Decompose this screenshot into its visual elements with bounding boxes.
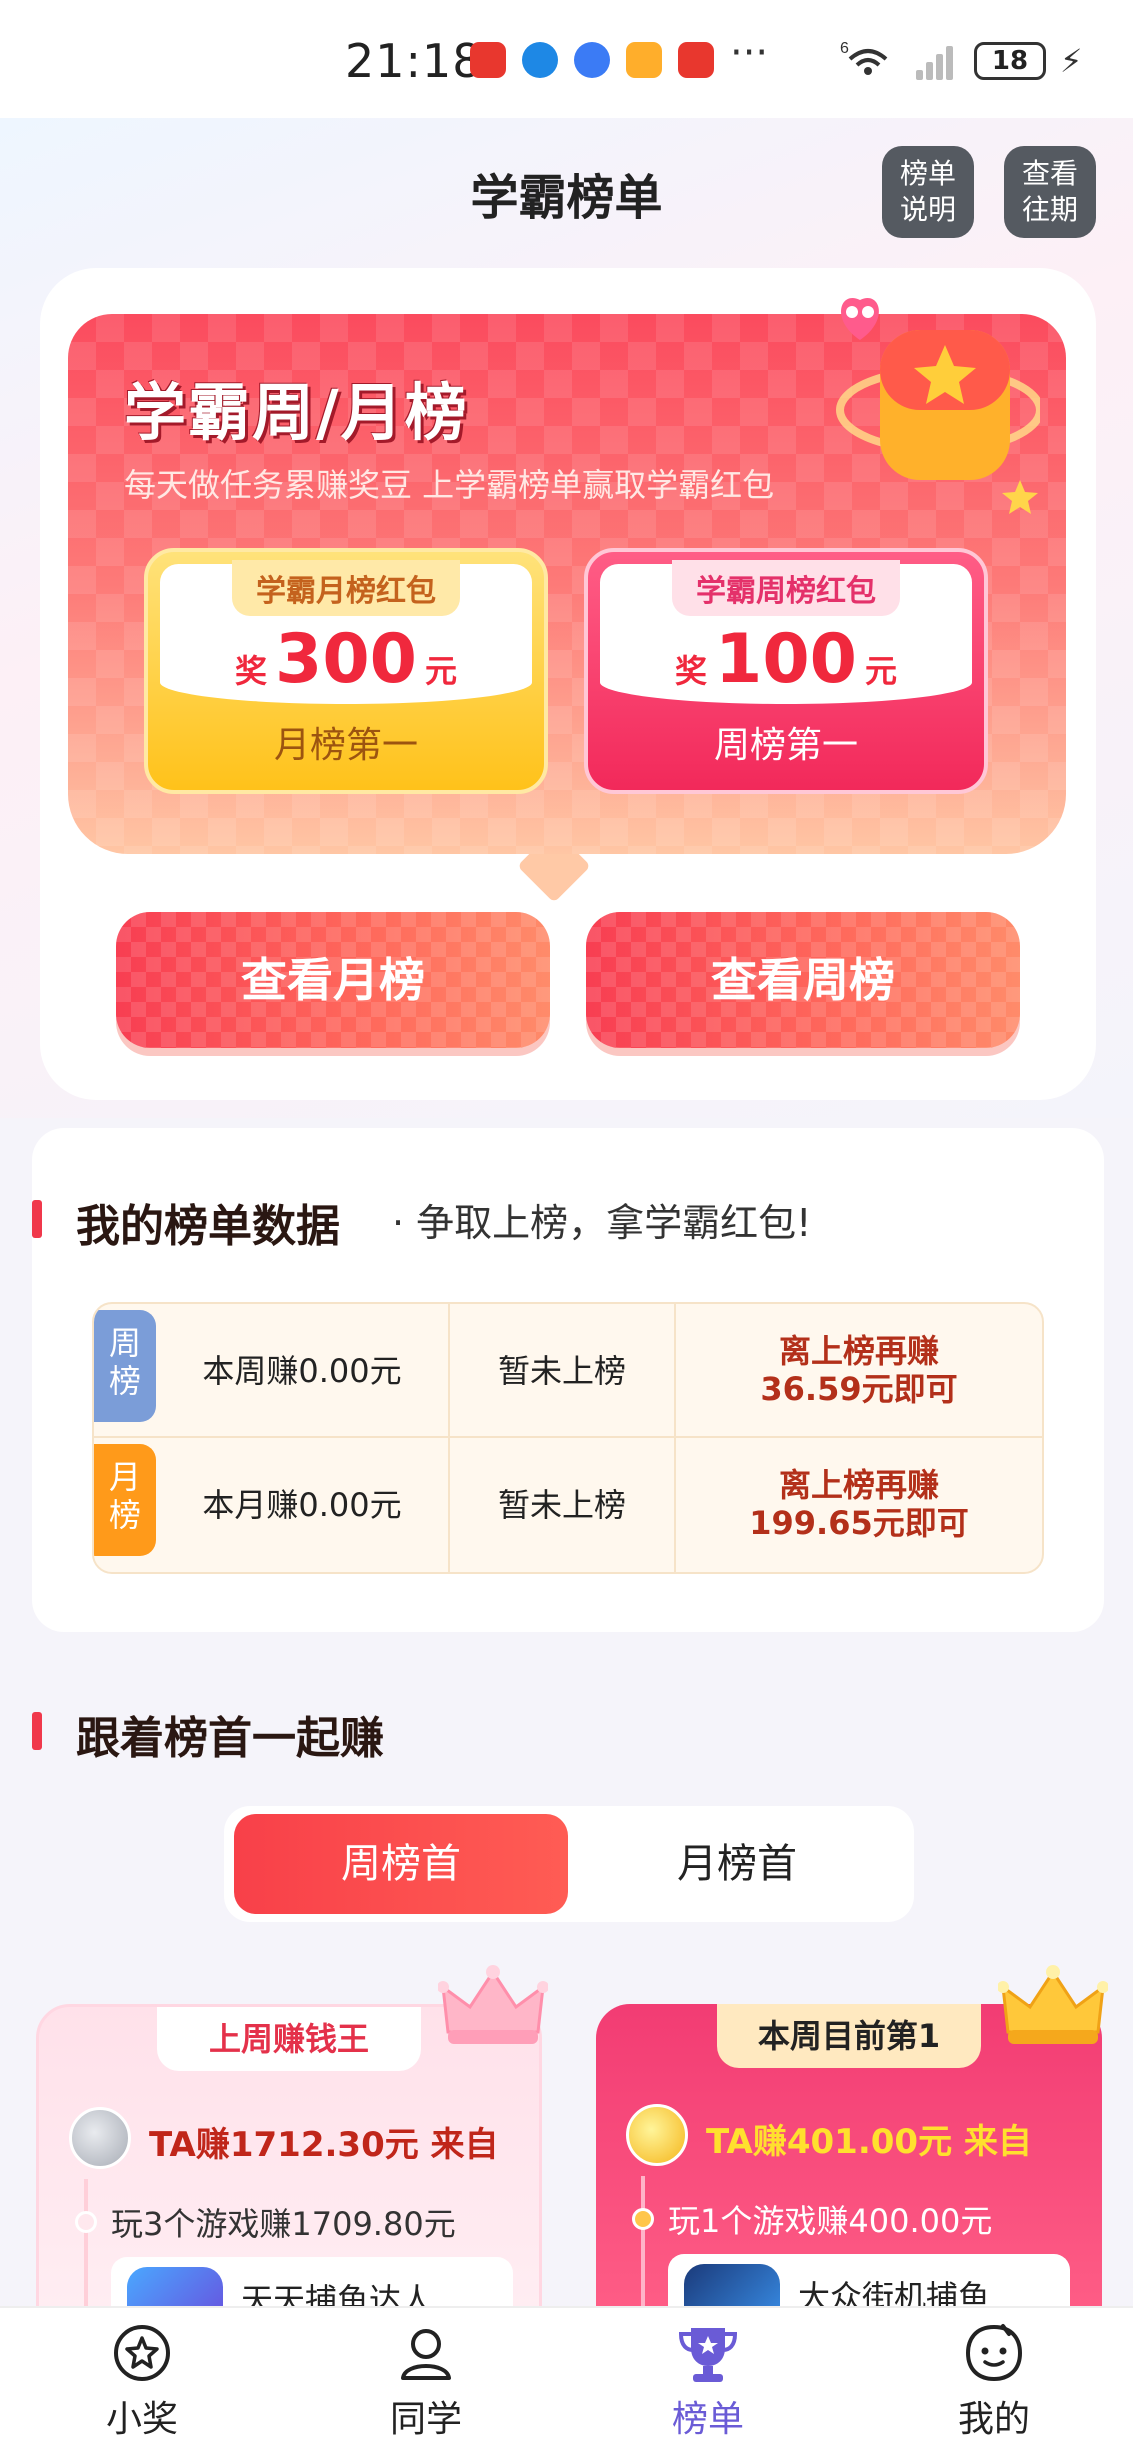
star-icon — [114, 2325, 170, 2381]
my-data-subtitle: · 争取上榜，拿学霸红包! — [392, 1201, 812, 1245]
leader-detail: 玩3个游戏赚1709.80元 — [111, 2205, 456, 2243]
timeline-dot — [75, 2211, 97, 2233]
rank-table: 周 榜 本周赚0.00元 暂未上榜 离上榜再赚 36.59元即可 月 榜 本月赚… — [92, 1302, 1044, 1574]
person-icon — [401, 2329, 451, 2380]
month-badge-char1: 月 — [108, 1458, 141, 1496]
month-hint: 离上榜再赚 199.65元即可 — [676, 1466, 1042, 1542]
history-button[interactable]: 查看 往期 — [1004, 146, 1096, 238]
table-row: 周 榜 本周赚0.00元 暂未上榜 离上榜再赚 36.59元即可 — [94, 1304, 1042, 1438]
section-accent-bar — [32, 1712, 42, 1750]
rules-button-line1: 榜单 — [899, 157, 956, 190]
month-prize-unit: 元 — [424, 652, 457, 690]
week-badge: 周 榜 — [94, 1310, 156, 1422]
month-status: 暂未上榜 — [450, 1438, 676, 1572]
nav-label: 榜单 — [671, 2399, 744, 2440]
week-badge-char2: 榜 — [108, 1362, 141, 1400]
leader-card-this-week[interactable]: 本周目前第1 TA赚401.00元 来自 玩1个游戏赚400.00元 大众街机捕… — [596, 2004, 1102, 2334]
week-prize-tag: 学霸周榜红包 — [672, 560, 900, 616]
hero-subtitle: 每天做任务累赚奖豆 上学霸榜单赢取学霸红包 — [124, 466, 775, 504]
trophy-icon — [678, 2328, 738, 2382]
hero-title: 学霸周/月榜 — [124, 376, 469, 449]
history-button-line1: 查看 — [1021, 157, 1078, 190]
wifi-icon: 6 — [840, 37, 896, 85]
week-hint: 离上榜再赚 36.59元即可 — [676, 1332, 1042, 1408]
month-badge-char2: 榜 — [108, 1496, 141, 1534]
more-notifications-icon: ··· — [730, 30, 769, 76]
tab-month-leader[interactable]: 月榜首 — [570, 1814, 904, 1914]
charging-icon: ⚡ — [1060, 42, 1083, 80]
month-prize-top: 学霸月榜红包 奖 300 元 — [160, 560, 532, 704]
week-badge-char1: 周 — [108, 1324, 141, 1362]
month-prize-rank: 月榜第一 — [273, 725, 418, 766]
status-bar: 21:18 ··· 6 18 ⚡ — [0, 0, 1133, 118]
bottom-nav: 小奖 同学 榜单 我的 — [0, 2306, 1133, 2453]
leader-tag: 本周目前第1 — [717, 2004, 981, 2068]
my-data-title: 我的榜单数据 — [76, 1201, 340, 1252]
rules-button[interactable]: 榜单 说明 — [882, 146, 974, 238]
leader-tag: 上周赚钱王 — [157, 2007, 421, 2071]
history-button-line2: 往期 — [1021, 193, 1078, 226]
svg-text:6: 6 — [840, 40, 849, 57]
week-hint-line1: 离上榜再赚 — [778, 1332, 939, 1370]
crown-icon — [998, 1965, 1108, 2044]
status-time: 21:18 — [345, 34, 483, 88]
tab-week-leader[interactable]: 周榜首 — [234, 1814, 568, 1914]
week-prize-amount: 奖 100 元 — [600, 620, 972, 699]
huawei-app-icon — [470, 42, 506, 78]
week-prize-prefix: 奖 — [675, 652, 708, 690]
week-hint-line2: 36.59元即可 — [760, 1370, 958, 1408]
rules-button-line2: 说明 — [899, 193, 956, 226]
week-earned: 本周赚0.00元 — [156, 1304, 450, 1438]
signal-icon — [910, 42, 960, 80]
month-prize-prefix: 奖 — [235, 652, 268, 690]
game-icon — [626, 42, 662, 78]
nav-label: 同学 — [389, 2399, 462, 2440]
month-earned: 本月赚0.00元 — [156, 1438, 450, 1572]
battery-icon: 18 — [974, 42, 1046, 80]
month-badge: 月 榜 — [94, 1444, 156, 1556]
month-prize-number: 300 — [275, 620, 417, 699]
view-month-ranking-button[interactable]: 查看月榜 — [116, 912, 550, 1048]
leader-earn: TA赚1712.30元 来自 — [149, 2125, 499, 2165]
month-hint-line2: 199.65元即可 — [749, 1504, 969, 1542]
leader-detail: 玩1个游戏赚400.00元 — [668, 2202, 993, 2240]
quark-icon — [574, 42, 610, 78]
section-accent-bar — [32, 1200, 42, 1238]
crown-icon — [438, 1965, 548, 2044]
status-right: 6 18 ⚡ — [840, 36, 1082, 86]
week-prize-card: 学霸周榜红包 奖 100 元 周榜第一 — [584, 548, 988, 794]
month-prize-tag: 学霸月榜红包 — [232, 560, 460, 616]
nav-item-classmates[interactable]: 同学 — [346, 2322, 506, 2442]
follow-title: 跟着榜首一起赚 — [76, 1713, 384, 1764]
red-envelope-icon — [836, 298, 1040, 514]
nav-label: 小奖 — [105, 2399, 178, 2440]
nav-item-ranking[interactable]: 榜单 — [628, 2322, 788, 2442]
nav-item-mine[interactable]: 我的 — [914, 2322, 1074, 2442]
avatar — [69, 2107, 131, 2169]
week-prize-top: 学霸周榜红包 奖 100 元 — [600, 560, 972, 704]
leader-card-last-week[interactable]: 上周赚钱王 TA赚1712.30元 来自 玩3个游戏赚1709.80元 天天捕鱼… — [36, 2004, 542, 2334]
month-prize-amount: 奖 300 元 — [160, 620, 532, 699]
week-prize-unit: 元 — [864, 652, 897, 690]
nav-label: 我的 — [957, 2399, 1030, 2440]
view-week-ranking-button[interactable]: 查看周榜 — [586, 912, 1020, 1048]
browser-icon — [522, 42, 558, 78]
huawei-app-icon — [678, 42, 714, 78]
table-row: 月 榜 本月赚0.00元 暂未上榜 离上榜再赚 199.65元即可 — [94, 1438, 1042, 1572]
avatar — [626, 2104, 688, 2166]
month-hint-line1: 离上榜再赚 — [778, 1466, 939, 1504]
week-prize-rank: 周榜第一 — [713, 725, 858, 766]
month-prize-card: 学霸月榜红包 奖 300 元 月榜第一 — [144, 548, 548, 794]
week-prize-number: 100 — [715, 620, 857, 699]
leader-tab-switch: 周榜首 月榜首 — [224, 1806, 914, 1922]
timeline-dot — [632, 2208, 654, 2230]
nav-item-prize[interactable]: 小奖 — [62, 2322, 222, 2442]
week-status: 暂未上榜 — [450, 1304, 676, 1438]
face-icon — [965, 2324, 1023, 2382]
leader-earn: TA赚401.00元 来自 — [706, 2122, 1032, 2162]
